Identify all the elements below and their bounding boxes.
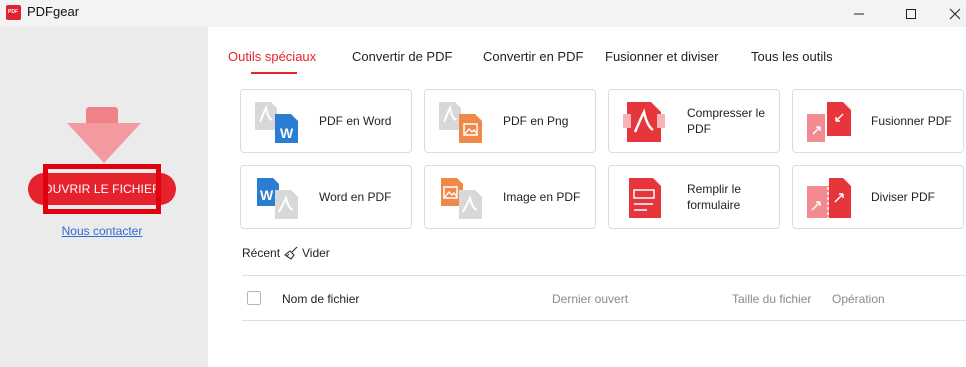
compress-pdf-icon bbox=[623, 102, 665, 142]
divider bbox=[242, 320, 966, 321]
fill-form-icon bbox=[629, 178, 661, 218]
column-header-file-size[interactable]: Taille du fichier bbox=[732, 292, 811, 306]
app-title: PDFgear bbox=[27, 4, 80, 19]
tool-fill-form[interactable]: Remplir le formulaire bbox=[608, 165, 780, 229]
tab-convertir-de-pdf[interactable]: Convertir de PDF bbox=[352, 49, 452, 64]
tool-label: Diviser PDF bbox=[871, 190, 936, 204]
column-header-last-opened[interactable]: Dernier ouvert bbox=[552, 292, 628, 306]
pdf-to-png-icon bbox=[439, 102, 482, 143]
tool-pdf-to-word[interactable]: W PDF en Word bbox=[240, 89, 412, 153]
minimize-button[interactable] bbox=[836, 0, 882, 27]
pdf-to-word-icon: W bbox=[255, 102, 298, 143]
title-bar: PDF PDFgear bbox=[0, 0, 966, 27]
tool-label: PDF en Word bbox=[319, 114, 392, 128]
tool-label: Remplir le formulaire bbox=[687, 182, 742, 212]
tool-label: Word en PDF bbox=[319, 190, 392, 204]
open-file-highlight bbox=[43, 164, 161, 214]
tab-tous-les-outils[interactable]: Tous les outils bbox=[751, 49, 833, 64]
tool-label: Fusionner PDF bbox=[871, 114, 952, 128]
app-window: PDF PDFgear OUVRIR LE FICHIER Nous conta… bbox=[0, 0, 966, 367]
divider bbox=[242, 275, 966, 276]
tool-pdf-to-png[interactable]: PDF en Png bbox=[424, 89, 596, 153]
image-to-pdf-icon bbox=[441, 178, 482, 219]
tool-label: PDF en Png bbox=[503, 114, 569, 128]
recent-label: Récent bbox=[242, 246, 281, 260]
active-tab-indicator bbox=[251, 72, 297, 74]
clear-label: Vider bbox=[302, 246, 330, 260]
maximize-icon bbox=[906, 8, 916, 19]
minimize-icon bbox=[854, 13, 864, 14]
maximize-button[interactable] bbox=[888, 0, 934, 27]
tab-outils-speciaux[interactable]: Outils spéciaux bbox=[228, 49, 316, 64]
tool-split-pdf[interactable]: Diviser PDF bbox=[792, 165, 964, 229]
close-button[interactable] bbox=[932, 0, 966, 27]
tool-label: Image en PDF bbox=[503, 190, 581, 204]
svg-text:W: W bbox=[260, 187, 274, 203]
split-pdf-icon bbox=[807, 178, 851, 218]
tool-word-to-pdf[interactable]: W Word en PDF bbox=[240, 165, 412, 229]
merge-pdf-icon bbox=[807, 102, 851, 142]
sidebar: OUVRIR LE FICHIER Nous contacter bbox=[0, 27, 208, 367]
app-logo-icon: PDF bbox=[6, 5, 21, 20]
column-header-operation: Opération bbox=[832, 292, 885, 306]
tab-fusionner-et-diviser[interactable]: Fusionner et diviser bbox=[605, 49, 718, 64]
close-icon bbox=[949, 8, 961, 19]
word-to-pdf-icon: W bbox=[257, 178, 298, 219]
tool-compress-pdf[interactable]: Compresser le PDF bbox=[608, 89, 780, 153]
tool-merge-pdf[interactable]: Fusionner PDF bbox=[792, 89, 964, 153]
select-all-checkbox[interactable] bbox=[247, 291, 261, 305]
column-header-file-name[interactable]: Nom de fichier bbox=[282, 292, 359, 306]
broom-icon bbox=[284, 246, 298, 260]
tool-image-to-pdf[interactable]: Image en PDF bbox=[424, 165, 596, 229]
clear-button[interactable]: Vider bbox=[284, 244, 330, 262]
contact-link[interactable]: Nous contacter bbox=[0, 224, 204, 238]
svg-text:W: W bbox=[280, 125, 294, 141]
tab-convertir-en-pdf[interactable]: Convertir en PDF bbox=[483, 49, 583, 64]
tool-label: Compresser le PDF bbox=[687, 106, 766, 136]
